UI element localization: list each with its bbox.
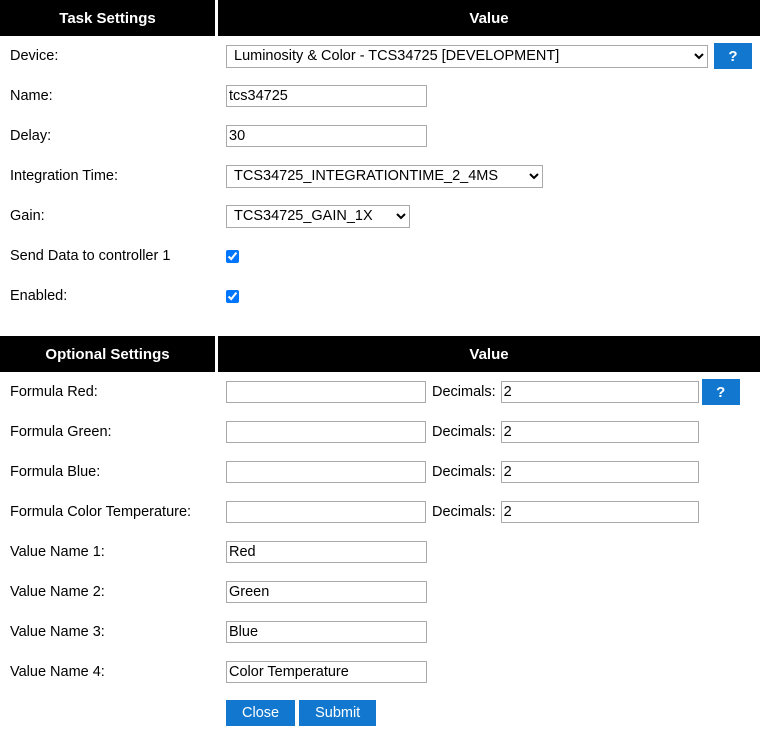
row-delay: Delay: [0,116,760,156]
label-integration-time: Integration Time: [10,168,118,184]
decimals-label-blue: Decimals: [432,464,496,480]
field-name [215,85,760,107]
formula-green-input[interactable] [226,421,426,443]
row-value-name-4: Value Name 4: [0,652,760,692]
row-value-name-1: Value Name 1: [0,532,760,572]
form-actions: Close Submit [0,692,760,734]
row-value-name-3: Value Name 3: [0,612,760,652]
row-send-data-controller-1: Send Data to controller 1 [0,236,760,276]
optional-settings-header: Optional Settings Value [0,336,760,372]
name-input[interactable] [226,85,427,107]
field-formula-blue: Decimals: [215,461,760,483]
value-name-3-input[interactable] [226,621,427,643]
decimals-green-input[interactable] [500,421,699,443]
field-formula-red: Decimals: ? [215,379,760,405]
label-name: Name: [10,88,53,104]
label-value-name-3: Value Name 3: [10,624,105,640]
send-data-controller-1-checkbox[interactable] [226,249,239,263]
task-settings-header-label: Task Settings [0,0,215,36]
field-delay [215,125,760,147]
value-name-1-input[interactable] [226,541,427,563]
optional-settings-value-header-label: Value [218,336,760,372]
value-name-4-input[interactable] [226,661,427,683]
decimals-red-input[interactable] [500,381,699,403]
decimals-label-green: Decimals: [432,424,496,440]
optional-settings-header-label: Optional Settings [0,336,215,372]
label-gain: Gain: [10,208,45,224]
formula-color-temperature-input[interactable] [226,501,426,523]
field-value-name-3 [215,621,760,643]
label-formula-green: Formula Green: [10,424,112,440]
field-enabled [215,289,760,303]
task-settings-value-header-label: Value [218,0,760,36]
row-integration-time: Integration Time: TCS34725_INTEGRATIONTI… [0,156,760,196]
field-value-name-2 [215,581,760,603]
formula-red-input[interactable] [226,381,426,403]
device-select[interactable]: Luminosity & Color - TCS34725 [DEVELOPME… [226,44,708,68]
label-formula-red: Formula Red: [10,384,98,400]
device-task-settings-page: Task Settings Value Device: Luminosity &… [0,0,760,726]
task-settings-header: Task Settings Value [0,0,760,36]
device-help-button[interactable]: ? [714,43,752,69]
formula-help-button[interactable]: ? [701,379,740,405]
row-formula-blue: Formula Blue: Decimals: [0,452,760,492]
close-button[interactable]: Close [226,700,296,726]
row-formula-green: Formula Green: Decimals: [0,412,760,452]
row-value-name-2: Value Name 2: [0,572,760,612]
field-value-name-4 [215,661,760,683]
field-value-name-1 [215,541,760,563]
send-data-checkbox-wrap[interactable] [226,249,239,263]
decimals-label-color-temperature: Decimals: [432,504,496,520]
decimals-label-red: Decimals: [432,384,496,400]
enabled-checkbox-wrap[interactable] [226,289,239,303]
enabled-checkbox[interactable] [226,289,239,303]
label-delay: Delay: [10,128,52,144]
field-device: Luminosity & Color - TCS34725 [DEVELOPME… [215,43,760,69]
formula-blue-input[interactable] [226,461,426,483]
field-gain: TCS34725_GAIN_1X [215,204,760,228]
row-gain: Gain: TCS34725_GAIN_1X [0,196,760,236]
label-value-name-1: Value Name 1: [10,544,105,560]
gain-select[interactable]: TCS34725_GAIN_1X [226,204,410,228]
row-formula-color-temperature: Formula Color Temperature: Decimals: [0,492,760,532]
integration-time-select[interactable]: TCS34725_INTEGRATIONTIME_2_4MS [226,164,543,188]
field-send-data-controller-1 [215,249,760,263]
field-integration-time: TCS34725_INTEGRATIONTIME_2_4MS [215,164,760,188]
value-name-2-input[interactable] [226,581,427,603]
row-device: Device: Luminosity & Color - TCS34725 [D… [0,36,760,76]
row-enabled: Enabled: [0,276,760,316]
row-name: Name: [0,76,760,116]
row-formula-red: Formula Red: Decimals: ? [0,372,760,412]
delay-input[interactable] [226,125,427,147]
label-formula-color-temperature: Formula Color Temperature: [10,504,192,520]
label-value-name-2: Value Name 2: [10,584,105,600]
label-device: Device: [10,48,59,64]
label-enabled: Enabled: [10,288,68,304]
label-send-data-controller-1: Send Data to controller 1 [10,248,171,264]
decimals-blue-input[interactable] [500,461,699,483]
field-formula-color-temperature: Decimals: [215,501,760,523]
field-formula-green: Decimals: [215,421,760,443]
label-value-name-4: Value Name 4: [10,664,105,680]
submit-button[interactable]: Submit [299,700,377,726]
label-formula-blue: Formula Blue: [10,464,101,480]
decimals-color-temperature-input[interactable] [500,501,699,523]
